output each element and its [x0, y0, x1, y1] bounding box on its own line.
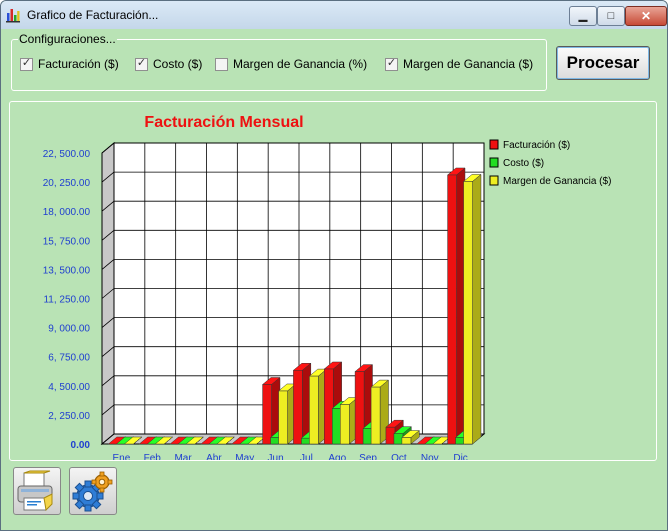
bar [270, 437, 280, 445]
bar [455, 437, 465, 445]
check-icon: ✓ [386, 57, 397, 69]
check-icon: ✓ [21, 57, 32, 69]
checkbox-label: Costo ($) [153, 57, 203, 71]
y-tick-label: 20, 250.00 [43, 178, 91, 189]
x-tick-label: Ene [113, 453, 131, 460]
checkbox-box[interactable]: ✓ [385, 57, 398, 71]
x-tick-label: Nov [421, 453, 439, 460]
bar [463, 181, 473, 445]
x-tick-label: Ago [328, 453, 346, 460]
chart-legend: Facturación ($) Costo ($) Margen de Gananc… [489, 139, 611, 187]
bar [340, 404, 350, 445]
bar [401, 437, 412, 445]
checkbox-label: Margen de Ganancia ($) [403, 57, 534, 71]
bar [332, 408, 342, 445]
x-tick-label: Abr [206, 453, 222, 460]
x-tick-label: Jun [268, 453, 284, 460]
checkbox-box[interactable]: ✓ [20, 57, 33, 71]
bar [309, 375, 319, 445]
y-tick-label: 15, 750.00 [43, 236, 91, 247]
y-tick-label: 6, 750.00 [48, 353, 90, 364]
bar [385, 426, 396, 445]
bar [370, 386, 381, 445]
bar [293, 370, 303, 445]
gear-icon [72, 471, 113, 512]
bar [262, 384, 272, 445]
maximize-button[interactable]: □ [597, 6, 625, 26]
bar [278, 390, 288, 445]
x-tick-label: Sep [359, 453, 377, 460]
y-tick-label: 22, 500.00 [43, 149, 91, 160]
print-button[interactable] [13, 467, 61, 515]
process-button[interactable]: Procesar [556, 46, 650, 80]
bar [324, 368, 334, 445]
legend-label: Facturación ($) [503, 140, 570, 151]
x-tick-label: Oct [391, 453, 407, 460]
legend-swatch [489, 157, 499, 168]
bar-side [472, 173, 482, 445]
legend-label: Margen de Ganancia ($) [503, 176, 611, 187]
y-tick-label: 4, 500.00 [48, 382, 90, 393]
billing-chart: Facturación Mensual 0.00 2, 250.00 4, 500.0… [43, 114, 612, 460]
title-bar[interactable]: Grafico de Facturación... ▁ □ ✕ [1, 1, 667, 29]
check-icon: ✓ [136, 57, 147, 69]
y-tick-label: 9, 000.00 [48, 324, 90, 335]
main-window: Grafico de Facturación... ▁ □ ✕ Configur… [0, 0, 668, 531]
legend-swatch [489, 139, 499, 150]
settings-button[interactable] [69, 467, 117, 515]
x-tick-label: Dic [453, 453, 467, 460]
legend-label: Costo ($) [503, 158, 544, 169]
y-tick-label: 18, 000.00 [43, 207, 91, 218]
x-tick-label: Mar [174, 453, 192, 460]
y-tick-label: 13, 500.00 [43, 265, 91, 276]
y-tick-label: 11, 250.00 [43, 295, 90, 306]
minimize-icon: ▁ [578, 10, 588, 22]
x-tick-label: Feb [144, 453, 162, 460]
checkbox-label: Margen de Ganancia (%) [233, 57, 368, 71]
bar-chart-app-icon [6, 9, 20, 23]
close-button[interactable]: ✕ [625, 6, 667, 26]
y-tick-label: 2, 250.00 [48, 411, 90, 422]
bar [447, 174, 457, 445]
bar [354, 371, 365, 445]
checkbox-box[interactable]: ✓ [135, 57, 148, 71]
maximize-icon: □ [607, 10, 615, 22]
legend-swatch [489, 175, 499, 186]
chart-panel: Facturación Mensual 0.00 2, 250.00 4, 500.0… [9, 101, 657, 461]
checkbox-box[interactable]: ✓ [215, 58, 228, 71]
y-tick-label: 0.00 [71, 440, 91, 451]
window-title: Grafico de Facturación... [27, 8, 159, 22]
x-tick-label: May [235, 453, 254, 460]
bar [301, 437, 311, 445]
bar [393, 433, 404, 445]
config-group-legend: Configuraciones... [18, 32, 117, 46]
chart-title: Facturación Mensual [144, 114, 303, 131]
bar [362, 428, 373, 445]
minimize-button[interactable]: ▁ [569, 6, 597, 26]
close-icon: ✕ [640, 9, 652, 23]
x-tick-label: Jul [300, 453, 313, 460]
checkbox-label: Facturación ($) [38, 57, 119, 71]
printer-icon [17, 470, 53, 512]
